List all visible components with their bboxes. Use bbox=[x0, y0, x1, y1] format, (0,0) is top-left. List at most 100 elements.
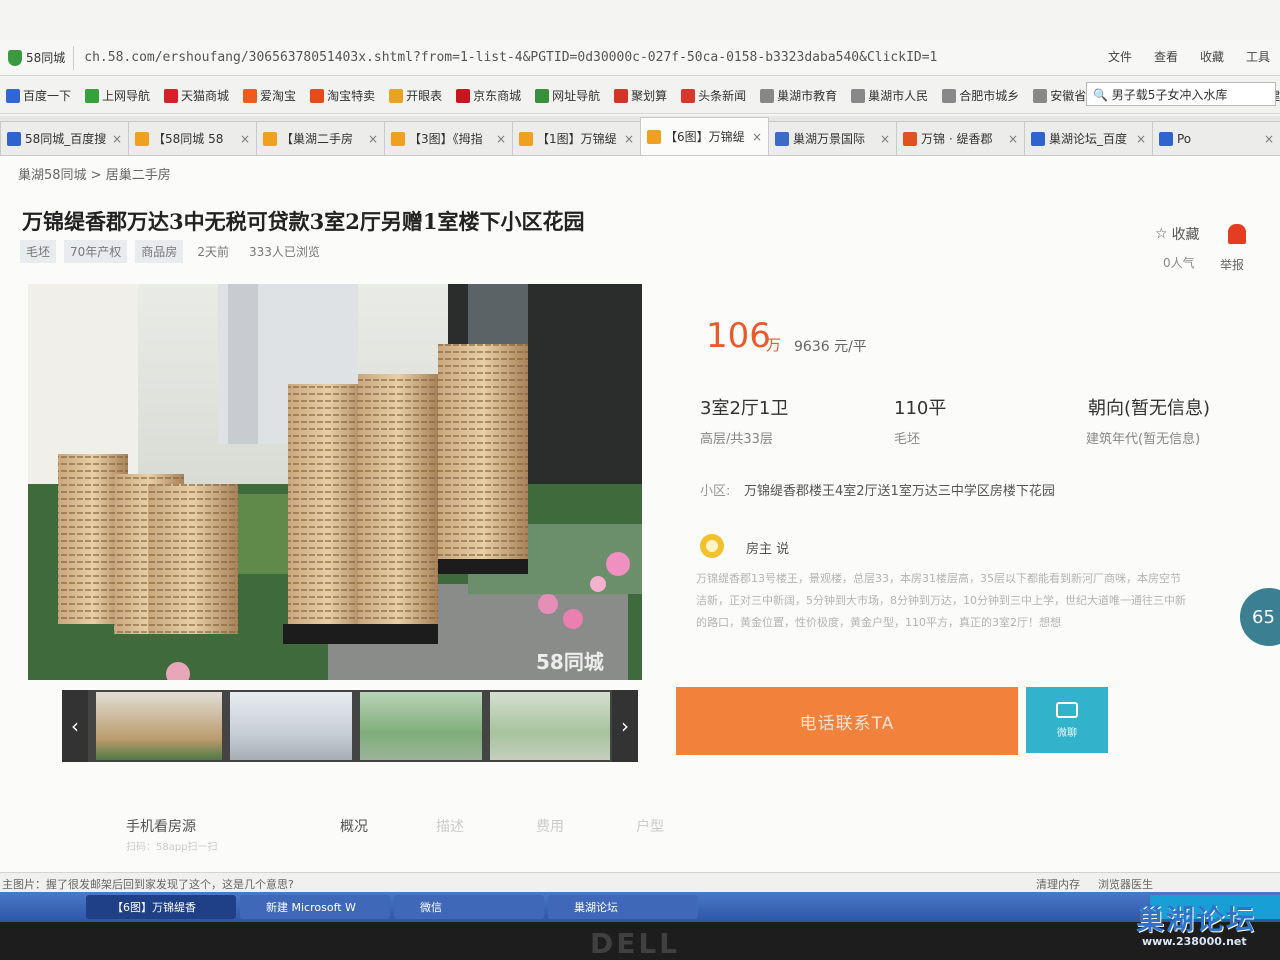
address-bar: 58同城 ch.58.com/ershoufang/30656378051403… bbox=[0, 40, 1280, 76]
taskbar-item-browser[interactable]: 【6图】万锦缇香 bbox=[86, 895, 236, 919]
photo-thumbnail[interactable] bbox=[490, 692, 610, 760]
browser-tab[interactable]: Po × bbox=[1152, 121, 1280, 155]
favorite-label: 收藏 bbox=[1171, 227, 1200, 243]
taskbar-item-wechat[interactable]: 微信 bbox=[394, 895, 544, 919]
bookmark-item[interactable]: 聚划算 bbox=[614, 87, 667, 104]
room-layout: 3室2厅1卫 bbox=[700, 398, 789, 419]
chat-button[interactable]: 微聊 bbox=[1026, 687, 1108, 753]
bookmark-item[interactable]: 天猫商城 bbox=[164, 87, 229, 104]
tag-decoration: 毛坯 bbox=[20, 240, 57, 263]
call-contact-button[interactable]: 电话联系TA bbox=[676, 687, 1018, 755]
taskbar-item-label: 巢湖论坛 bbox=[574, 901, 618, 914]
menu-tools[interactable]: 工具 bbox=[1246, 48, 1270, 65]
taskbar-item-label: 新建 Microsoft W bbox=[266, 901, 356, 914]
browser-tab[interactable]: 巢湖论坛_百度 × bbox=[1024, 121, 1153, 155]
bookmark-item[interactable]: 百度一下 bbox=[6, 87, 71, 104]
bookmark-favicon-icon bbox=[6, 88, 20, 103]
photo-thumbnail[interactable] bbox=[230, 692, 352, 760]
bookmark-item[interactable]: 巢湖市人民 bbox=[851, 87, 928, 104]
close-icon[interactable]: × bbox=[240, 132, 250, 146]
tab-label: 【58同城 58 bbox=[153, 132, 224, 146]
speed-badge-value: 65 bbox=[1252, 606, 1275, 628]
search-icon: 🔍 bbox=[1093, 88, 1108, 102]
bookmark-item[interactable]: 网址导航 bbox=[535, 87, 600, 104]
menu-view[interactable]: 查看 bbox=[1154, 48, 1178, 65]
browser-tab[interactable]: 58同城_百度搜 × bbox=[0, 121, 129, 155]
nav-description[interactable]: 描述 bbox=[436, 816, 464, 836]
alarm-icon bbox=[1228, 224, 1246, 244]
status-bar: 主图片：握了很发邮架后回到家发现了这个，这是几个意思? 清理内存 浏览器医生 bbox=[0, 872, 1280, 892]
bookmark-favicon-icon bbox=[614, 88, 629, 103]
bookmark-label: 爱淘宝 bbox=[260, 89, 297, 103]
bookmark-item[interactable]: 头条新闻 bbox=[681, 87, 746, 104]
taskbar-item-word[interactable]: 新建 Microsoft W bbox=[240, 895, 390, 919]
photo-thumbnail[interactable] bbox=[96, 692, 222, 760]
search-query: 男子载5子女冲入水库 bbox=[1111, 88, 1228, 102]
thumbnail-strip: ‹ › bbox=[62, 690, 638, 762]
report-button[interactable] bbox=[1222, 224, 1252, 244]
bookmark-item[interactable]: 巢湖市教育 bbox=[760, 87, 837, 104]
url-field[interactable]: ch.58.com/ershoufang/30656378051403x.sht… bbox=[74, 50, 974, 65]
bookmark-label: 百度一下 bbox=[23, 89, 72, 103]
nav-overview[interactable]: 概况 bbox=[340, 816, 368, 836]
bookmark-item[interactable]: 京东商城 bbox=[456, 87, 521, 104]
tab-label: 巢湖论坛_百度 bbox=[1049, 132, 1128, 146]
next-photo-button[interactable]: › bbox=[612, 690, 638, 762]
browser-tab[interactable]: 【3图】《拇指 × bbox=[384, 121, 513, 155]
bookmark-item[interactable]: 爱淘宝 bbox=[243, 87, 296, 104]
nav-fees[interactable]: 费用 bbox=[536, 816, 564, 836]
bookmark-label: 京东商城 bbox=[473, 89, 522, 103]
browser-tab[interactable]: 【巢湖二手房 × bbox=[256, 121, 385, 155]
close-icon[interactable]: × bbox=[624, 132, 634, 146]
bookmark-item[interactable]: 合肥市城乡 bbox=[942, 87, 1019, 104]
building-model-photo: 58同城 bbox=[28, 284, 642, 680]
chat-button-label: 微聊 bbox=[1057, 727, 1077, 739]
browser-doctor-button[interactable]: 浏览器医生 bbox=[1098, 876, 1153, 892]
menu-file[interactable]: 文件 bbox=[1108, 48, 1132, 65]
close-icon[interactable]: × bbox=[752, 130, 762, 144]
bookmark-favicon-icon bbox=[389, 88, 404, 103]
bookmark-item[interactable]: 上网导航 bbox=[85, 87, 150, 104]
close-icon[interactable]: × bbox=[1264, 132, 1274, 146]
menu-favorites[interactable]: 收藏 bbox=[1200, 48, 1224, 65]
bookmark-label: 淘宝特卖 bbox=[327, 89, 376, 103]
browser-tab[interactable]: 【1图】万锦缇 × bbox=[512, 121, 641, 155]
browser-tab[interactable]: 【58同城 58 × bbox=[128, 121, 257, 155]
browser-tab[interactable]: 巢湖万景国际 × bbox=[768, 121, 897, 155]
close-icon[interactable]: × bbox=[496, 132, 506, 146]
community-value[interactable]: 万锦缇香郡楼王4室2厅送1室万达三中学区房楼下花园 bbox=[744, 480, 1055, 499]
close-icon[interactable]: × bbox=[368, 132, 378, 146]
tag-posted-time: 2天前 bbox=[197, 245, 229, 259]
bookmark-label: 天猫商城 bbox=[181, 89, 230, 103]
nav-mobile-view[interactable]: 手机看房源 bbox=[126, 816, 196, 836]
speed-badge[interactable]: 65 bbox=[1240, 588, 1280, 646]
tab-label: 【巢湖二手房 bbox=[281, 132, 354, 146]
search-input[interactable]: 🔍 男子载5子女冲入水库 bbox=[1086, 82, 1276, 106]
site-security-badge[interactable]: 58同城 bbox=[0, 45, 75, 70]
favorite-button[interactable]: ☆ 收藏 bbox=[1155, 224, 1200, 244]
close-icon[interactable]: × bbox=[1136, 132, 1146, 146]
tab-favicon-icon bbox=[7, 131, 21, 146]
prev-photo-button[interactable]: ‹ bbox=[62, 690, 88, 762]
owner-says-heading: 房主 说 bbox=[746, 542, 790, 557]
browser-tab[interactable]: 万锦 · 缇香郡 × bbox=[896, 121, 1025, 155]
tab-label: Po bbox=[1177, 131, 1192, 146]
browser-tab[interactable]: 【6图】万锦缇 × bbox=[640, 117, 769, 155]
close-icon[interactable]: × bbox=[112, 132, 122, 146]
breadcrumb[interactable]: 巢湖58同城 > 居巢二手房 bbox=[18, 164, 171, 183]
close-icon[interactable]: × bbox=[880, 132, 890, 146]
clean-memory-button[interactable]: 清理内存 bbox=[1036, 876, 1080, 892]
build-year: 建筑年代(暂无信息) bbox=[1086, 432, 1201, 447]
taskbar-item-forum[interactable]: 巢湖论坛 bbox=[548, 895, 698, 919]
report-label[interactable]: 举报 bbox=[1220, 256, 1244, 273]
bookmark-item[interactable]: 开眼表 bbox=[389, 87, 442, 104]
main-photo[interactable]: 58同城 bbox=[28, 284, 642, 680]
bookmark-label: 头条新闻 bbox=[698, 89, 747, 103]
tab-favicon-icon bbox=[903, 131, 917, 146]
nav-floorplan[interactable]: 户型 bbox=[636, 816, 664, 836]
close-icon[interactable]: × bbox=[1008, 132, 1018, 146]
bookmark-item[interactable]: 淘宝特卖 bbox=[310, 87, 375, 104]
photo-thumbnail[interactable] bbox=[360, 692, 482, 760]
tab-favicon-icon bbox=[391, 131, 405, 146]
tab-label: 巢湖万景国际 bbox=[793, 132, 866, 146]
